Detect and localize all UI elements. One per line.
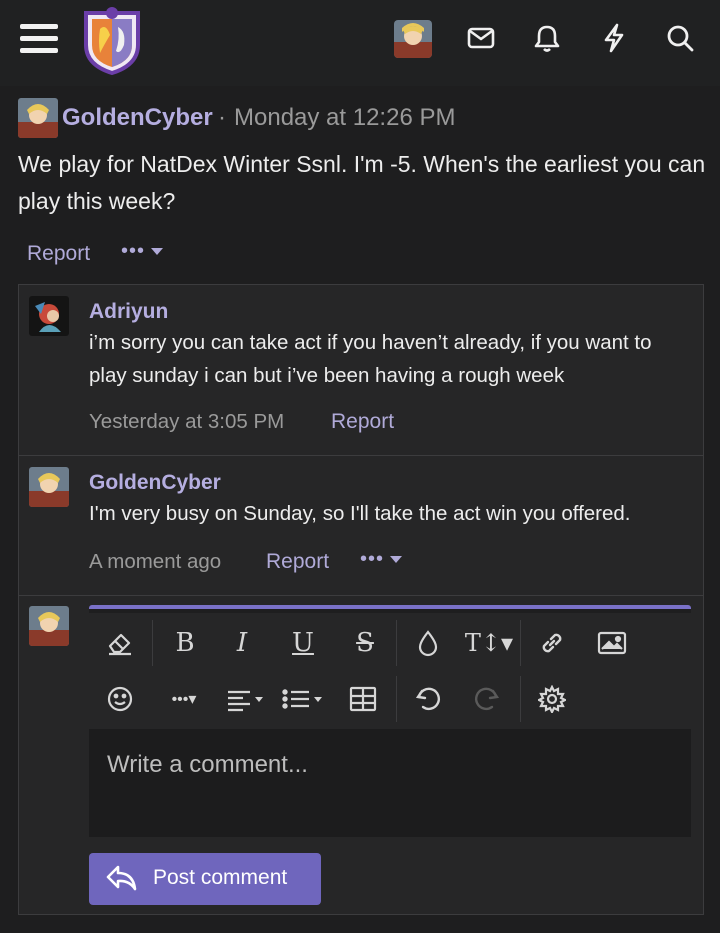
comment-author-avatar[interactable] — [29, 467, 69, 507]
underline-icon[interactable]: U — [283, 623, 323, 663]
comment-author-name[interactable]: Adriyun — [89, 300, 168, 324]
emoji-icon[interactable] — [100, 679, 140, 719]
strikethrough-icon[interactable]: S — [345, 623, 385, 663]
undo-icon[interactable] — [408, 679, 448, 719]
comment-author-avatar[interactable] — [29, 296, 69, 336]
post-more-menu[interactable]: ••• — [121, 238, 167, 268]
comment-placeholder: Write a comment... — [107, 751, 308, 778]
comment-item: Adriyun i’m sorry you can take act if yo… — [19, 285, 703, 456]
post-author-name[interactable]: GoldenCyber — [62, 104, 213, 132]
search-icon[interactable] — [664, 22, 696, 54]
top-bar — [0, 0, 720, 86]
editor-toolbar: B I U S T↕▾ •••▾ — [89, 613, 691, 731]
hamburger-icon[interactable] — [20, 24, 58, 56]
text-size-icon[interactable]: T↕▾ — [464, 623, 514, 663]
comment-timestamp[interactable]: A moment ago — [89, 550, 221, 574]
meta-separator: · — [218, 104, 226, 131]
post-report-link[interactable]: Report — [27, 242, 90, 266]
comment-input[interactable]: Write a comment... — [89, 729, 691, 837]
eraser-icon[interactable] — [100, 623, 140, 663]
forum-logo[interactable] — [80, 5, 144, 76]
redo-icon — [467, 679, 507, 719]
chevron-down-icon — [390, 556, 402, 563]
more-dots: ••• — [121, 240, 146, 262]
more-dots: ••• — [360, 548, 385, 570]
post-body: We play for NatDex Winter Ssnl. I'm -5. … — [18, 151, 706, 214]
user-avatar[interactable] — [394, 20, 432, 58]
chevron-down-icon — [151, 248, 163, 255]
comment-list: Adriyun i’m sorry you can take act if yo… — [18, 284, 704, 915]
image-icon[interactable] — [592, 623, 632, 663]
post-comment-label: Post comment — [153, 866, 288, 889]
comment-report-link[interactable]: Report — [331, 410, 394, 434]
comment-timestamp[interactable]: Yesterday at 3:05 PM — [89, 410, 284, 434]
more-icon[interactable]: •••▾ — [159, 679, 209, 719]
list-icon[interactable] — [279, 679, 329, 719]
post-author-avatar[interactable] — [18, 98, 58, 138]
comment-more-menu[interactable]: ••• — [360, 546, 406, 576]
profile-post: GoldenCyber · Monday at 12:26 PM We play… — [0, 86, 720, 933]
table-icon[interactable] — [343, 679, 383, 719]
post-timestamp[interactable]: Monday at 12:26 PM — [234, 104, 455, 132]
lightning-icon[interactable] — [598, 22, 630, 54]
comment-item: GoldenCyber I'm very busy on Sunday, so … — [19, 456, 703, 596]
comment-text: I'm very busy on Sunday, so I'll take th… — [89, 502, 631, 525]
reply-icon — [106, 865, 137, 891]
align-icon[interactable] — [222, 679, 272, 719]
post-comment-button[interactable]: Post comment — [89, 853, 321, 905]
italic-icon[interactable]: I — [222, 623, 262, 663]
settings-icon[interactable] — [532, 679, 572, 719]
link-icon[interactable] — [532, 623, 572, 663]
comment-author-name[interactable]: GoldenCyber — [89, 471, 221, 495]
comment-text: i’m sorry you can take act if you haven’… — [89, 331, 652, 387]
comment-editor: B I U S T↕▾ •••▾ Write a comment... — [89, 605, 691, 837]
inbox-icon[interactable] — [465, 22, 497, 54]
bold-icon[interactable]: B — [165, 623, 205, 663]
bell-icon[interactable] — [531, 22, 563, 54]
reply-user-avatar — [29, 606, 69, 646]
color-drop-icon[interactable] — [408, 623, 448, 663]
comment-report-link[interactable]: Report — [266, 550, 329, 574]
